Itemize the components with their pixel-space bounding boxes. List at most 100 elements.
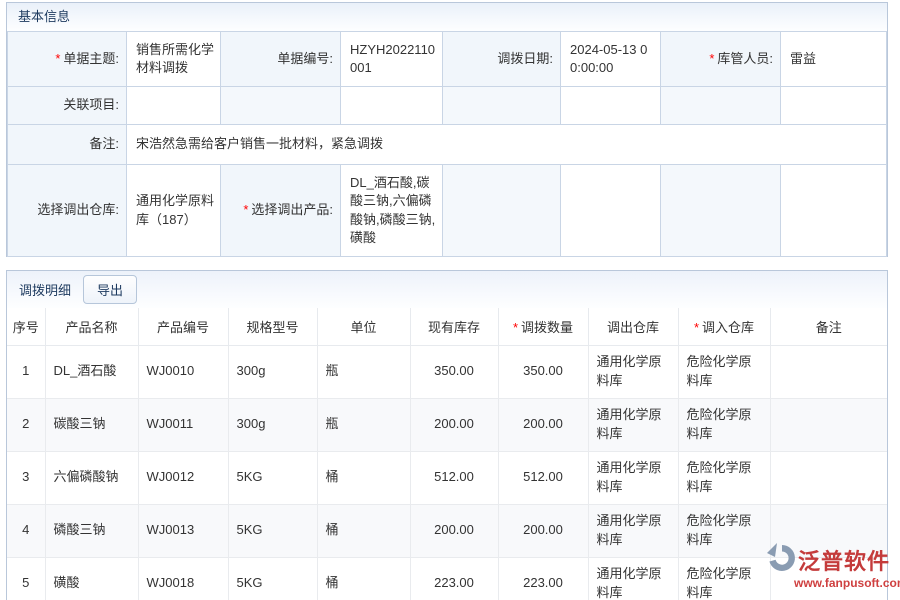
cell-unit: 瓶: [317, 398, 410, 451]
cell-spec: 300g: [228, 345, 317, 398]
table-row: 1 DL_酒石酸 WJ0010 300g 瓶 350.00 350.00 通用化…: [7, 345, 887, 398]
cell-remark: [770, 557, 887, 600]
basic-info-form: *单据主题: 销售所需化学材料调拨 单据编号: HZYH2022110001 调…: [7, 31, 887, 257]
cell-product-code: WJ0013: [138, 504, 228, 557]
field-label-related-project: 关联项目:: [8, 87, 127, 125]
cell-no: 4: [7, 504, 45, 557]
cell-stock: 200.00: [410, 398, 498, 451]
cell-remark: [770, 504, 887, 557]
empty-cell: [443, 165, 561, 257]
transfer-detail-title: 调拨明细: [19, 280, 71, 299]
field-label-remark: 备注:: [8, 125, 127, 165]
empty-cell: [661, 87, 781, 125]
col-header-from-warehouse: 调出仓库: [588, 308, 678, 345]
field-value-subject: 销售所需化学材料调拨: [127, 32, 221, 87]
field-value-transfer-date: 2024-05-13 00:00:00: [561, 32, 661, 87]
cell-product-name: 磷酸三钠: [45, 504, 138, 557]
export-button[interactable]: 导出: [83, 275, 137, 304]
cell-stock: 512.00: [410, 451, 498, 504]
cell-product-code: WJ0018: [138, 557, 228, 600]
required-asterisk: *: [709, 51, 714, 66]
cell-product-code: WJ0011: [138, 398, 228, 451]
empty-cell: [561, 87, 661, 125]
cell-remark: [770, 451, 887, 504]
cell-spec: 300g: [228, 398, 317, 451]
empty-cell: [781, 165, 887, 257]
required-asterisk: *: [694, 320, 699, 335]
col-header-to-warehouse: *调入仓库: [678, 308, 770, 345]
transfer-detail-header: 调拨明细 导出: [7, 271, 887, 308]
cell-from-warehouse: 通用化学原料库: [588, 451, 678, 504]
form-row-3: 备注: 宋浩然急需给客户销售一批材料，紧急调拨: [8, 125, 887, 165]
field-label-subject: *单据主题:: [8, 32, 127, 87]
required-asterisk: *: [513, 320, 518, 335]
field-label-keeper: *库管人员:: [661, 32, 781, 87]
empty-cell: [661, 165, 781, 257]
basic-info-panel: 基本信息 *单据主题: 销售所需化学材料调拨 单据编号: HZYH2022110…: [6, 2, 888, 257]
cell-to-warehouse: 危险化学原料库: [678, 557, 770, 600]
col-header-no: 序号: [7, 308, 45, 345]
field-value-source-warehouse: 通用化学原料库（187）: [127, 165, 221, 257]
field-value-related-project: [127, 87, 221, 125]
table-row: 4 磷酸三钠 WJ0013 5KG 桶 200.00 200.00 通用化学原料…: [7, 504, 887, 557]
cell-stock: 223.00: [410, 557, 498, 600]
field-value-source-products: DL_酒石酸,碳酸三钠,六偏磷酸钠,磷酸三钠,磺酸: [341, 165, 443, 257]
cell-spec: 5KG: [228, 557, 317, 600]
col-header-product-code: 产品编号: [138, 308, 228, 345]
transfer-detail-panel: 调拨明细 导出 序号 产品名称 产品编号 规格型号 单位 现有库存 *调拨数量 …: [6, 270, 888, 600]
cell-from-warehouse: 通用化学原料库: [588, 398, 678, 451]
cell-qty: 200.00: [498, 504, 588, 557]
transfer-detail-table: 序号 产品名称 产品编号 规格型号 单位 现有库存 *调拨数量 调出仓库 *调入…: [7, 308, 887, 600]
col-header-unit: 单位: [317, 308, 410, 345]
cell-to-warehouse: 危险化学原料库: [678, 504, 770, 557]
cell-to-warehouse: 危险化学原料库: [678, 345, 770, 398]
cell-qty: 200.00: [498, 398, 588, 451]
cell-stock: 200.00: [410, 504, 498, 557]
field-label-doc-number: 单据编号:: [221, 32, 341, 87]
empty-cell: [561, 165, 661, 257]
cell-no: 3: [7, 451, 45, 504]
cell-product-code: WJ0012: [138, 451, 228, 504]
col-header-qty: *调拨数量: [498, 308, 588, 345]
field-label-source-warehouse: 选择调出仓库:: [8, 165, 127, 257]
col-header-product-name: 产品名称: [45, 308, 138, 345]
cell-product-name: 六偏磷酸钠: [45, 451, 138, 504]
cell-product-name: DL_酒石酸: [45, 345, 138, 398]
cell-from-warehouse: 通用化学原料库: [588, 557, 678, 600]
form-row-4: 选择调出仓库: 通用化学原料库（187） *选择调出产品: DL_酒石酸,碳酸三…: [8, 165, 887, 257]
col-header-remark: 备注: [770, 308, 887, 345]
cell-remark: [770, 345, 887, 398]
cell-product-name: 碳酸三钠: [45, 398, 138, 451]
empty-cell: [781, 87, 887, 125]
field-value-keeper: 雷益: [781, 32, 887, 87]
table-row: 2 碳酸三钠 WJ0011 300g 瓶 200.00 200.00 通用化学原…: [7, 398, 887, 451]
required-asterisk: *: [55, 51, 60, 66]
form-row-1: *单据主题: 销售所需化学材料调拨 单据编号: HZYH2022110001 调…: [8, 32, 887, 87]
required-asterisk: *: [243, 202, 248, 217]
cell-from-warehouse: 通用化学原料库: [588, 345, 678, 398]
table-row: 5 磺酸 WJ0018 5KG 桶 223.00 223.00 通用化学原料库 …: [7, 557, 887, 600]
empty-cell: [221, 87, 341, 125]
detail-header-row: 序号 产品名称 产品编号 规格型号 单位 现有库存 *调拨数量 调出仓库 *调入…: [7, 308, 887, 345]
cell-product-name: 磺酸: [45, 557, 138, 600]
cell-qty: 223.00: [498, 557, 588, 600]
empty-cell: [341, 87, 443, 125]
cell-stock: 350.00: [410, 345, 498, 398]
cell-remark: [770, 398, 887, 451]
cell-to-warehouse: 危险化学原料库: [678, 398, 770, 451]
cell-spec: 5KG: [228, 504, 317, 557]
empty-cell: [443, 87, 561, 125]
basic-info-panel-title: 基本信息: [7, 3, 887, 31]
table-row: 3 六偏磷酸钠 WJ0012 5KG 桶 512.00 512.00 通用化学原…: [7, 451, 887, 504]
cell-product-code: WJ0010: [138, 345, 228, 398]
cell-unit: 桶: [317, 557, 410, 600]
field-value-doc-number: HZYH2022110001: [341, 32, 443, 87]
cell-qty: 350.00: [498, 345, 588, 398]
cell-unit: 瓶: [317, 345, 410, 398]
col-header-spec: 规格型号: [228, 308, 317, 345]
field-label-source-products: *选择调出产品:: [221, 165, 341, 257]
cell-from-warehouse: 通用化学原料库: [588, 504, 678, 557]
cell-unit: 桶: [317, 451, 410, 504]
field-label-transfer-date: 调拨日期:: [443, 32, 561, 87]
cell-no: 2: [7, 398, 45, 451]
